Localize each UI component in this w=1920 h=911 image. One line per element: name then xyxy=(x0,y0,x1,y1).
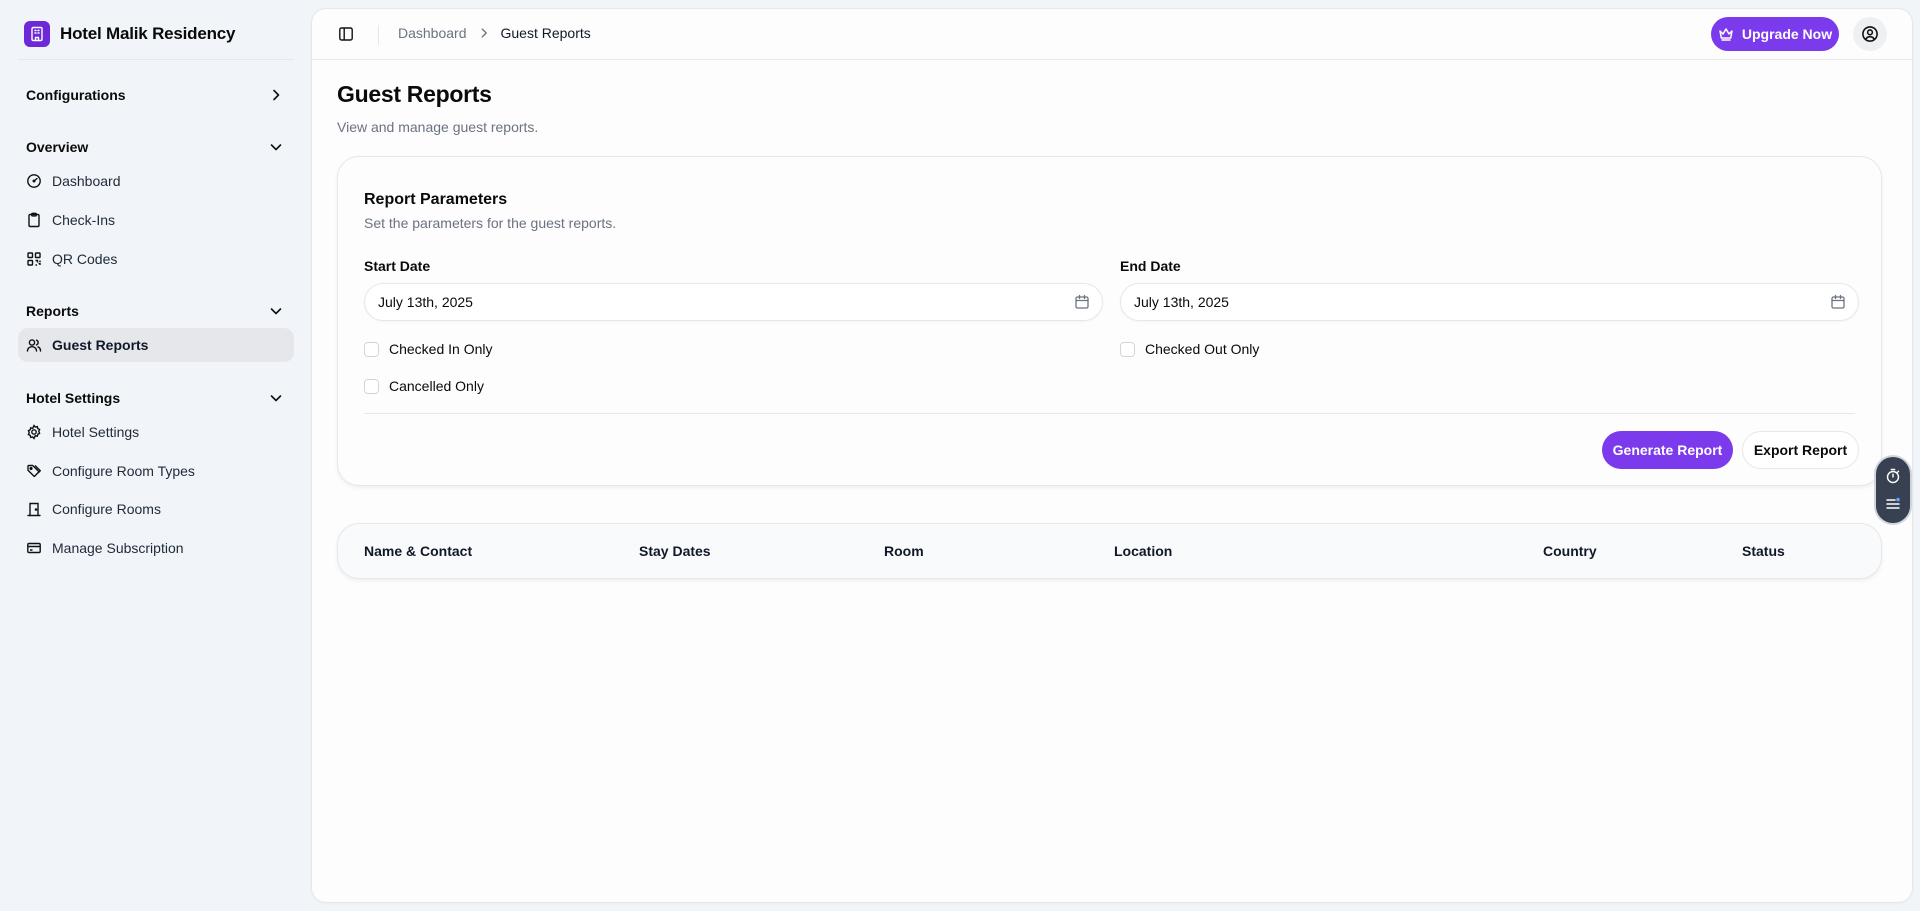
clipboard-icon xyxy=(28,212,40,228)
checkbox-box[interactable] xyxy=(364,378,379,394)
chevron-right-icon xyxy=(273,89,280,101)
breadcrumb-current: Guest Reports xyxy=(500,25,591,41)
cancelled-only-checkbox[interactable]: Cancelled Only xyxy=(364,377,484,395)
qr-code-icon xyxy=(27,252,41,266)
checkbox-box[interactable] xyxy=(1120,341,1135,357)
group-overview[interactable]: Overview xyxy=(26,137,282,157)
calendar-icon xyxy=(1075,294,1089,309)
sidebar-item-guest-reports[interactable]: Guest Reports xyxy=(18,328,294,362)
end-date-picker[interactable]: July 13th, 2025 xyxy=(1120,283,1859,321)
chevron-down-icon xyxy=(270,395,282,402)
chevron-down-icon xyxy=(270,144,282,151)
start-date-value: July 13th, 2025 xyxy=(378,294,473,310)
topbar: Dashboard Guest Reports Upgrade Now xyxy=(312,9,1912,60)
sidebar-item-dashboard[interactable]: Dashboard xyxy=(18,164,294,198)
sidebar-item-label: Dashboard xyxy=(52,173,121,189)
divider xyxy=(18,59,294,60)
column-header-stay-dates[interactable]: Stay Dates xyxy=(639,543,711,559)
sidebar-item-label: Check-Ins xyxy=(52,212,116,228)
tags-icon xyxy=(27,464,41,478)
group-reports[interactable]: Reports xyxy=(26,301,282,321)
generate-report-button[interactable]: Generate Report xyxy=(1602,431,1733,469)
account-button[interactable] xyxy=(1853,17,1887,51)
group-hotel-settings[interactable]: Hotel Settings xyxy=(26,388,282,408)
page-title: Guest Reports xyxy=(337,81,492,107)
sidebar-item-label: Configure Rooms xyxy=(52,501,161,517)
report-parameters-card: Report Parameters Set the parameters for… xyxy=(337,156,1882,486)
door-icon xyxy=(27,502,41,517)
export-report-button[interactable]: Export Report xyxy=(1742,431,1859,469)
task-list-button[interactable] xyxy=(1884,495,1902,513)
panel-left-icon xyxy=(339,27,353,41)
start-date-picker[interactable]: July 13th, 2025 xyxy=(364,283,1103,321)
breadcrumb-dashboard[interactable]: Dashboard xyxy=(398,25,467,41)
group-configurations[interactable]: Configurations xyxy=(26,85,282,105)
gear-icon xyxy=(27,424,41,440)
floating-toolbar xyxy=(1876,457,1910,523)
column-header-location[interactable]: Location xyxy=(1114,543,1172,559)
checked-in-only-checkbox[interactable]: Checked In Only xyxy=(364,340,493,358)
sidebar-item-checkins[interactable]: Check-Ins xyxy=(18,203,294,237)
guest-reports-table: Name & Contact Stay Dates Room Location … xyxy=(337,523,1882,579)
hotel-building-icon xyxy=(24,21,50,47)
checkbox-label: Checked Out Only xyxy=(1145,341,1260,357)
column-header-status[interactable]: Status xyxy=(1742,543,1785,559)
sidebar-item-label: QR Codes xyxy=(52,251,118,267)
card-subtitle: Set the parameters for the guest reports… xyxy=(364,215,617,231)
group-label: Reports xyxy=(26,303,79,319)
checkbox-label: Checked In Only xyxy=(389,341,493,357)
sidebar-item-label: Manage Subscription xyxy=(52,540,184,556)
upgrade-button[interactable]: Upgrade Now xyxy=(1711,17,1839,51)
sidebar-item-label: Guest Reports xyxy=(52,337,149,353)
sidebar-toggle-button[interactable] xyxy=(336,24,356,44)
column-header-room[interactable]: Room xyxy=(884,543,924,559)
chevron-down-icon xyxy=(270,308,282,315)
timer-button[interactable] xyxy=(1884,467,1902,485)
stopwatch-icon xyxy=(1886,468,1900,484)
main-panel: Dashboard Guest Reports Upgrade Now Gues… xyxy=(312,9,1912,902)
brand-name: Hotel Malik Residency xyxy=(60,24,236,43)
end-date-value: July 13th, 2025 xyxy=(1134,294,1229,310)
sidebar-item-rooms[interactable]: Configure Rooms xyxy=(18,492,294,526)
column-header-name-contact[interactable]: Name & Contact xyxy=(364,543,472,559)
sidebar-item-qrcodes[interactable]: QR Codes xyxy=(18,242,294,276)
sidebar-item-label: Hotel Settings xyxy=(52,424,140,440)
divider xyxy=(378,25,379,45)
gauge-icon xyxy=(27,174,41,188)
list-icon xyxy=(1886,497,1900,509)
upgrade-label: Upgrade Now xyxy=(1741,26,1833,42)
checkbox-label: Cancelled Only xyxy=(389,378,484,394)
group-label: Configurations xyxy=(26,87,126,103)
sidebar-item-room-types[interactable]: Configure Room Types xyxy=(18,454,294,488)
users-icon xyxy=(26,339,42,352)
breadcrumb: Dashboard Guest Reports xyxy=(398,25,591,41)
sidebar-item-hotel-settings[interactable]: Hotel Settings xyxy=(18,415,294,449)
sidebar-item-subscription[interactable]: Manage Subscription xyxy=(18,531,294,565)
divider xyxy=(364,413,1855,414)
checked-out-only-checkbox[interactable]: Checked Out Only xyxy=(1120,340,1259,358)
credit-card-icon xyxy=(27,542,41,554)
page-subtitle: View and manage guest reports. xyxy=(337,119,539,135)
calendar-icon xyxy=(1831,294,1845,309)
end-date-label: End Date xyxy=(1120,258,1181,274)
sidebar: Hotel Malik Residency Configurations Ove… xyxy=(0,0,312,911)
user-circle-icon xyxy=(1862,26,1878,42)
start-date-label: Start Date xyxy=(364,258,431,274)
chevron-right-icon xyxy=(481,28,487,38)
sidebar-item-label: Configure Room Types xyxy=(52,463,195,479)
checkbox-box[interactable] xyxy=(364,341,379,357)
card-title: Report Parameters xyxy=(364,191,508,208)
group-label: Overview xyxy=(26,139,89,155)
group-label: Hotel Settings xyxy=(26,390,121,406)
crown-icon xyxy=(1719,28,1733,41)
column-header-country[interactable]: Country xyxy=(1543,543,1597,559)
brand[interactable]: Hotel Malik Residency xyxy=(24,21,236,47)
